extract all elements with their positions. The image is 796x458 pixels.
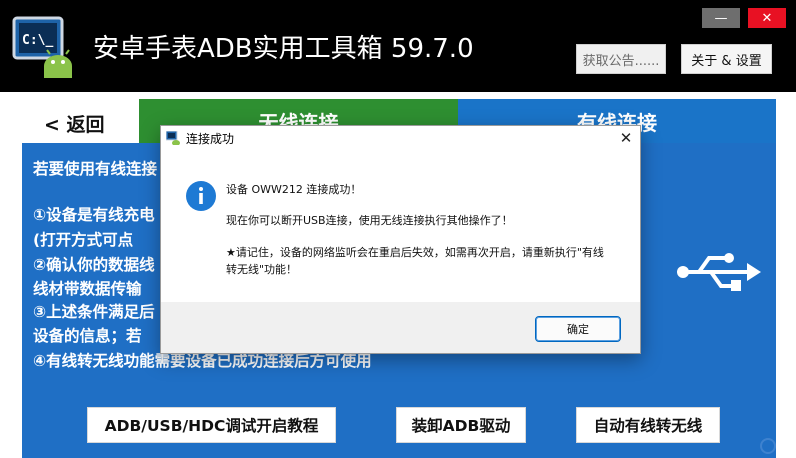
minimize-button[interactable]: — <box>702 8 740 28</box>
adb-driver-button[interactable]: 装卸ADB驱动 <box>396 407 526 443</box>
dialog-message-line: ★请记住，设备的网络监听会在重启后失效，如需再次开启，请重新执行"有线 <box>226 246 604 259</box>
dialog-message-line: 设备 OWW212 连接成功！ <box>226 183 362 196</box>
connection-success-dialog: 连接成功 ✕ 设备 OWW212 连接成功！ 现在你可以断开USB连接，使用无线… <box>160 125 641 354</box>
usb-icon <box>677 253 761 291</box>
dialog-message-line: 现在你可以断开USB连接，使用无线连接执行其他操作了！ <box>226 214 513 227</box>
dialog-title: 连接成功 <box>186 132 235 146</box>
ok-button[interactable]: 确定 <box>535 316 621 342</box>
instruction-line: 线材带数据传输 <box>33 280 142 298</box>
adb-tutorial-button[interactable]: ADB/USB/HDC调试开启教程 <box>87 407 336 443</box>
instruction-heading: 若要使用有线连接 <box>33 160 158 178</box>
logo-text: C:\_ <box>22 33 53 48</box>
instruction-line: ③上述条件满足后 <box>33 303 155 321</box>
auto-wired-to-wireless-button[interactable]: 自动有线转无线 <box>576 407 720 443</box>
instruction-line: 设备的信息；若 <box>33 327 142 345</box>
dialog-message-line: 转无线"功能！ <box>226 263 298 276</box>
dialog-app-icon <box>166 131 180 145</box>
instruction-line: ②确认你的数据线 <box>33 256 155 274</box>
about-settings-button[interactable]: 关于 & 设置 <box>681 44 772 74</box>
dialog-close-button[interactable]: ✕ <box>617 129 635 147</box>
close-button[interactable]: ✕ <box>748 8 786 28</box>
app-header: C:\_ 安卓手表ADB实用工具箱 59.7.0 — ✕ 获取公告...... … <box>0 0 796 92</box>
back-button[interactable]: < 返回 <box>44 110 105 137</box>
dialog-footer: 确定 <box>161 302 640 353</box>
dialog-titlebar: 连接成功 ✕ <box>161 126 640 150</box>
get-notice-button[interactable]: 获取公告...... <box>576 44 666 74</box>
app-title: 安卓手表ADB实用工具箱 59.7.0 <box>93 34 474 64</box>
corner-indicator-icon <box>760 438 776 454</box>
app-logo-icon: C:\_ <box>12 16 72 78</box>
info-icon <box>186 181 216 211</box>
instruction-line: ①设备是有线充电 <box>33 206 155 224</box>
instruction-line: (打开方式可点 <box>33 231 134 249</box>
